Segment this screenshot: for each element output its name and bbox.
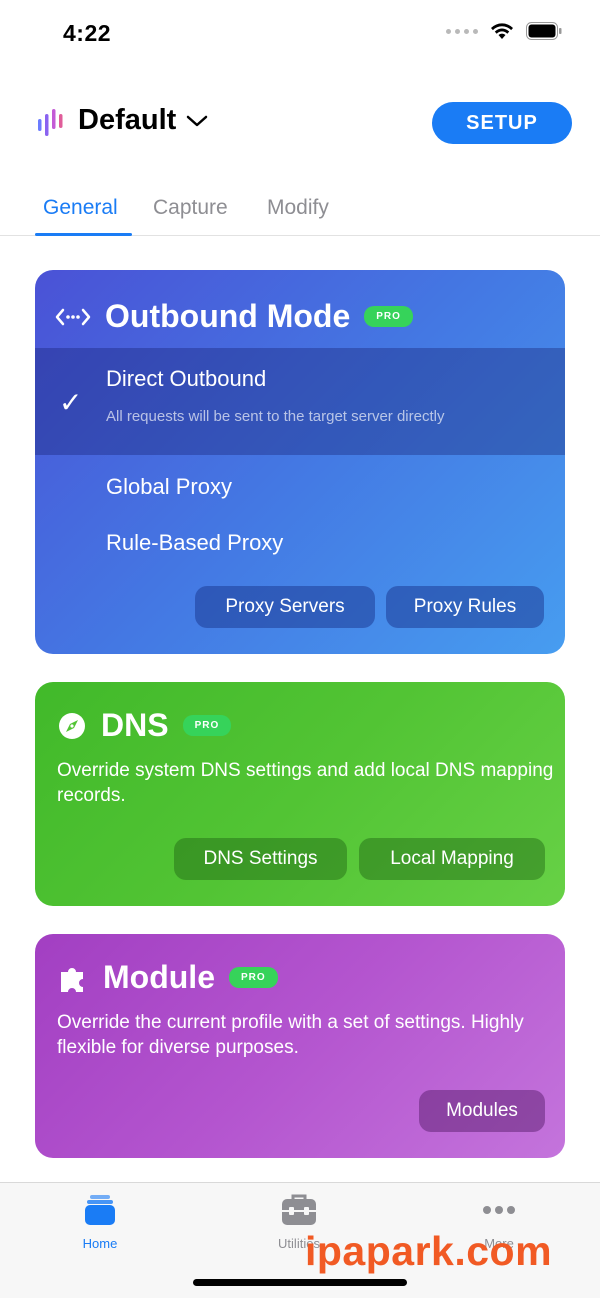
- status-icons: [446, 22, 562, 40]
- outbound-mode-card: Outbound Mode PRO ✓ Direct Outbound All …: [35, 270, 565, 654]
- profile-name: Default: [78, 104, 177, 136]
- option-direct-outbound[interactable]: ✓ Direct Outbound All requests will be s…: [35, 348, 565, 455]
- proxy-servers-button[interactable]: Proxy Servers: [195, 586, 375, 628]
- status-bar: 4:22: [0, 0, 600, 70]
- module-title-row: Module PRO: [57, 959, 278, 996]
- battery-icon: [526, 22, 562, 40]
- header: Default SETUP: [0, 100, 600, 148]
- option-subtitle: All requests will be sent to the target …: [106, 408, 445, 425]
- outbound-arrows-icon: [55, 308, 91, 325]
- setup-button[interactable]: SETUP: [432, 102, 572, 144]
- tab-capture[interactable]: Capture: [153, 196, 228, 220]
- signal-icon: [446, 28, 478, 34]
- outbound-title-row: Outbound Mode PRO: [55, 298, 413, 335]
- dns-description: Override system DNS settings and add loc…: [57, 760, 554, 806]
- module-description: Override the current profile with a set …: [57, 1012, 524, 1058]
- pro-badge: PRO: [182, 715, 232, 736]
- wifi-icon: [491, 23, 513, 39]
- compass-icon: [59, 712, 85, 739]
- segment-tabs: General Capture Modify: [0, 190, 600, 236]
- option-label: Direct Outbound: [106, 366, 267, 391]
- waveform-logo-icon: [38, 108, 63, 136]
- module-title: Module: [103, 959, 215, 995]
- local-mapping-button[interactable]: Local Mapping: [359, 838, 545, 880]
- option-global-proxy[interactable]: Global Proxy: [106, 474, 232, 500]
- home-indicator: [193, 1279, 407, 1286]
- tabbar-home[interactable]: Home: [40, 1193, 160, 1251]
- dns-settings-button[interactable]: DNS Settings: [174, 838, 347, 880]
- tab-modify[interactable]: Modify: [267, 196, 329, 220]
- watermark: ipapark.com: [305, 1228, 553, 1274]
- outbound-title: Outbound Mode: [105, 298, 351, 334]
- ellipsis-icon: [483, 1206, 515, 1214]
- dns-title-row: DNS PRO: [57, 707, 232, 744]
- toolbox-icon: [282, 1194, 316, 1225]
- tabbar-label: Home: [82, 1236, 118, 1251]
- status-time: 4:22: [63, 20, 112, 46]
- tab-general[interactable]: General: [43, 196, 118, 220]
- module-card: Module PRO Override the current profile …: [35, 934, 565, 1158]
- puzzle-icon: [61, 967, 83, 992]
- dns-title: DNS: [101, 707, 169, 743]
- modules-button[interactable]: Modules: [419, 1090, 545, 1132]
- pro-badge: PRO: [364, 306, 413, 327]
- tab-underline: [35, 233, 132, 236]
- pro-badge: PRO: [228, 967, 278, 988]
- option-rule-based-proxy[interactable]: Rule-Based Proxy: [106, 530, 283, 556]
- chevron-down-icon: [187, 115, 208, 126]
- profile-selector[interactable]: Default: [36, 104, 208, 137]
- dns-card: DNS PRO Override system DNS settings and…: [35, 682, 565, 906]
- checkmark-icon: ✓: [59, 387, 83, 418]
- home-stack-icon: [85, 1195, 115, 1225]
- proxy-rules-button[interactable]: Proxy Rules: [386, 586, 544, 628]
